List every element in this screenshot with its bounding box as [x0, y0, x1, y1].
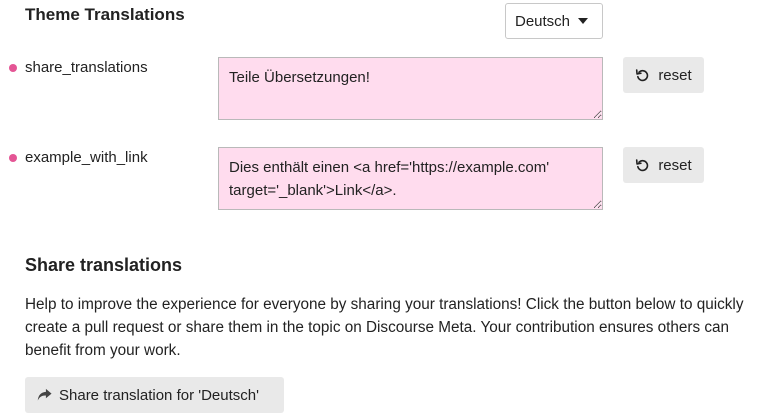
reset-label: reset — [658, 66, 692, 84]
undo-icon — [636, 158, 649, 171]
reset-label: reset — [658, 156, 692, 174]
translation-input-example-with-link[interactable]: Dies enthält einen <a href='https://exam… — [218, 147, 603, 210]
translation-key-example-with-link: example_with_link — [25, 149, 148, 166]
caret-down-icon — [578, 18, 589, 24]
share-arrow-icon — [37, 388, 52, 401]
translation-key-share-translations: share_translations — [25, 59, 148, 76]
share-section-description: Help to improve the experience for every… — [25, 296, 744, 359]
share-button-label: Share translation for 'Deutsch' — [59, 386, 259, 404]
translation-input-share-translations[interactable]: Teile Übersetzungen! — [218, 57, 603, 120]
page-title: Theme Translations — [25, 5, 185, 24]
bullet-dot — [9, 154, 17, 162]
share-translation-button[interactable]: Share translation for 'Deutsch' — [25, 377, 284, 413]
language-select-value: Deutsch — [515, 12, 571, 30]
language-select[interactable]: Deutsch — [505, 3, 603, 39]
undo-icon — [636, 68, 649, 81]
reset-button-share-translations[interactable]: reset — [623, 57, 704, 93]
reset-button-example-with-link[interactable]: reset — [623, 147, 704, 183]
bullet-dot — [9, 64, 17, 72]
share-section-title: Share translations — [25, 255, 183, 275]
